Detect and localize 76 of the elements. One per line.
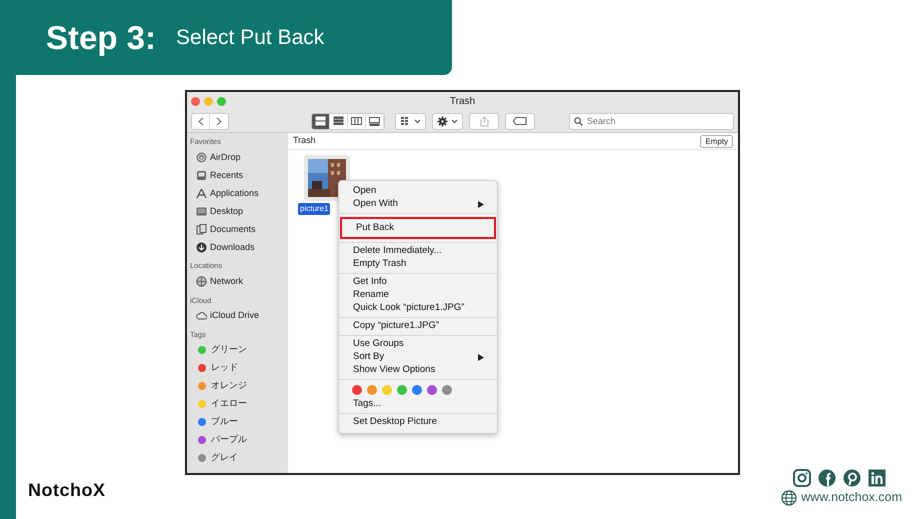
facebook-icon[interactable] [818, 469, 836, 487]
view-mode-button[interactable] [348, 114, 366, 128]
view-switcher[interactable] [311, 112, 385, 130]
menu-item[interactable]: Show View Options [339, 364, 497, 377]
forward-icon [216, 116, 222, 126]
sidebar-item[interactable]: ブルー [211, 415, 238, 429]
airdrop-icon [196, 152, 207, 163]
sidebar-item[interactable]: レッド [211, 361, 238, 375]
sidebar-item[interactable]: イエロー [211, 397, 247, 411]
action-button[interactable] [432, 112, 463, 130]
menu-item[interactable]: Copy “picture1.JPG” [339, 320, 497, 333]
settings-icon [437, 116, 448, 126]
tag-color-dot[interactable] [427, 385, 437, 395]
download-icon [196, 242, 207, 253]
sidebar-item[interactable]: Network [210, 274, 244, 288]
sidebar-item[interactable]: iCloud Drive [210, 309, 260, 322]
empty-button[interactable]: Empty [700, 134, 733, 148]
folder-title: Trash [293, 134, 316, 148]
sidebar-item[interactable]: グリーン [211, 343, 247, 357]
sidebar-item[interactable]: AirDrop [210, 150, 241, 164]
caret-icon [451, 118, 458, 124]
documents-icon [196, 224, 207, 235]
tag-icon [513, 117, 527, 125]
sidebar-item[interactable]: オレンジ [211, 379, 247, 393]
pinterest-icon[interactable] [843, 469, 861, 487]
applications-icon [196, 188, 207, 199]
sidebar-item[interactable]: Downloads [210, 240, 255, 254]
columns-icon [351, 116, 362, 126]
group-button[interactable] [395, 112, 426, 130]
caret-icon [414, 118, 421, 124]
list-icon [333, 116, 344, 126]
search-field[interactable]: Search [569, 112, 734, 130]
sidebar-item[interactable]: グレイ [211, 451, 238, 465]
menu-item[interactable]: Set Desktop Picture [339, 416, 497, 429]
view-mode-button[interactable] [366, 114, 384, 128]
menu-item[interactable]: Use Groups [339, 338, 497, 351]
sidebar-item[interactable]: Desktop [210, 204, 244, 218]
step-number: Step 3: [46, 18, 156, 58]
menu-item[interactable]: Quick Look “picture1.JPG” [339, 302, 497, 315]
website-link[interactable]: www.notchox.com [801, 488, 902, 507]
menu-item[interactable]: Tags... [339, 398, 497, 411]
sidebar-item[interactable]: Recents [210, 168, 244, 182]
tag-color-dot[interactable] [382, 385, 392, 395]
menu-item[interactable]: Delete Immediately... [339, 245, 497, 258]
step-title: Select Put Back [176, 24, 324, 51]
tag-color-dot[interactable] [442, 385, 452, 395]
menu-item[interactable]: Rename [339, 289, 497, 302]
menu-item[interactable]: Sort By [339, 351, 497, 364]
cloud-icon [196, 310, 207, 322]
window-title: Trash [450, 94, 476, 108]
back-icon [198, 116, 204, 126]
sidebar-item[interactable]: Applications [210, 186, 259, 200]
globe-icon [781, 490, 798, 506]
share-icon [480, 116, 488, 126]
gallery-icon [369, 116, 380, 126]
menu-item[interactable]: Get Info [339, 276, 497, 289]
close-button[interactable] [191, 96, 200, 106]
tag-color-dot[interactable] [397, 385, 407, 395]
sidebar-item[interactable]: Documents [210, 222, 256, 236]
linkedin-icon[interactable] [868, 469, 886, 487]
menu-item[interactable]: Open With [339, 198, 497, 211]
tag-color-dot[interactable] [412, 385, 422, 395]
instagram-icon[interactable] [793, 469, 811, 487]
globe-icon [196, 276, 207, 287]
logo: NotchoX [28, 479, 106, 502]
menu-item[interactable]: Put Back [340, 217, 496, 239]
desktop-icon [196, 206, 207, 217]
tag-color-dot[interactable] [352, 385, 362, 395]
menu-item[interactable]: Empty Trash [339, 258, 497, 271]
tag-button[interactable] [505, 112, 535, 130]
menu-item[interactable]: Open [339, 185, 497, 198]
file-name[interactable]: picture1 [298, 203, 330, 215]
grid-icon [400, 116, 411, 126]
view-mode-button[interactable] [312, 114, 330, 128]
tag-color-dot[interactable] [367, 385, 377, 395]
sidebar-item[interactable]: パープル [211, 433, 247, 447]
